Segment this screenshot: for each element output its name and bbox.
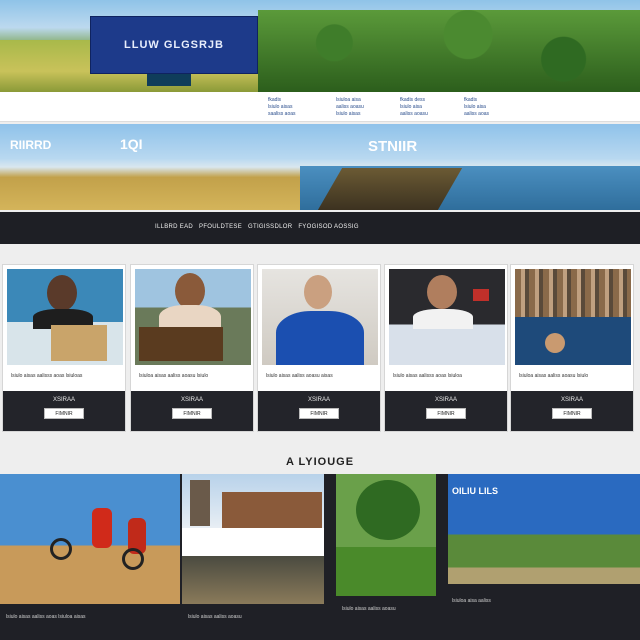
link-column: fkadis lsiulo aisas saaliss aoas (268, 97, 296, 118)
profile-card[interactable]: lsiuloa aisas aaliss aoasu lsiulo XSIRAA… (130, 264, 254, 432)
coastline-image (317, 168, 463, 210)
building-image (182, 474, 324, 528)
profile-card[interactable]: lsiulo aisas aaliss aoasu aisas XSIRAA F… (257, 264, 381, 432)
card-button[interactable]: FIMNIR (172, 408, 212, 419)
card-caption: lsiulo aisas aalisss aoas lsiuloa (393, 373, 462, 379)
profile-card[interactable]: lsiuloa aisas aaliss aoasu lsiulo XSIRAA… (510, 264, 634, 432)
red-badge (473, 289, 489, 301)
nav-items: ILLBRD EAD PFOULDTESE GTIGISSDLOR FYOGIS… (155, 224, 359, 230)
tower-shape (190, 480, 210, 526)
link-item[interactable]: lsiulo aisas (268, 104, 296, 111)
bike-wheel (50, 538, 72, 560)
card-button[interactable]: FIMNIR (426, 408, 466, 419)
link-column: lsiuloa aisa aaliss aoasu lsiulo aisas (336, 97, 364, 118)
rider-figure (92, 508, 112, 548)
banner-left-text: RIIRRD (10, 138, 52, 152)
link-item[interactable]: aaliss aoasu (336, 104, 364, 111)
banner-right-text: STNIIR (368, 138, 418, 155)
tile-text: lsiulo aisas aaliss aoasu (188, 614, 242, 620)
photo-sign (139, 327, 223, 361)
nav-item[interactable]: GTIGISSDLOR (248, 224, 292, 230)
gallery-tile[interactable]: lsiulo aisas aaliss aoasu (336, 474, 436, 640)
tile-text: lsiuloa aisa aaliss (452, 598, 491, 604)
person-head (175, 273, 205, 309)
person-head (427, 275, 457, 309)
terrace-image (182, 556, 324, 604)
link-item[interactable]: fkadis dess (400, 97, 428, 104)
person-body (276, 311, 364, 365)
card-caption: lsiulo aisas aaliss aoasu aisas (266, 373, 333, 379)
person-head (304, 275, 332, 309)
link-item[interactable]: lsiulo aisa (464, 104, 489, 111)
card-footer: XSIRAA FIMNIR (511, 391, 633, 431)
card-footer-title: XSIRAA (52, 397, 75, 403)
profile-photo (135, 269, 251, 365)
link-item[interactable]: aaliss aoas (464, 111, 489, 118)
nav-item[interactable]: ILLBRD EAD (155, 224, 193, 230)
hero-banner: LLUW GLGSRJB (0, 0, 640, 92)
link-item[interactable]: saaliss aoas (268, 111, 296, 118)
card-caption: lsiuloa aisas aaliss aoasu lsiulo (519, 373, 589, 379)
section-title: A LYIOUGE (285, 456, 355, 468)
card-button[interactable]: FIMNIR (552, 408, 592, 419)
person-head (47, 275, 77, 311)
profile-photo (389, 269, 505, 365)
page: LLUW GLGSRJB fkadis lsiulo aisas saaliss… (0, 0, 640, 640)
site-title[interactable]: LLUW GLGSRJB (90, 16, 258, 74)
crowd-image (515, 269, 631, 317)
gallery-tile[interactable]: lsiulo aisas aaliss aoas lsiuloa aisas (0, 474, 180, 640)
tile-text: lsiulo aisas aaliss aoas lsiuloa aisas (6, 614, 86, 620)
tile-caption-box (182, 528, 324, 556)
profile-cards: lsiulo aisas aalisss aoas lsiuloas XSIRA… (0, 264, 640, 432)
link-item[interactable]: lsiulo aisas (336, 111, 364, 118)
link-item[interactable]: lsiuloa aisa (336, 97, 364, 104)
photo-object (51, 325, 107, 361)
card-footer-title: XSIRAA (560, 397, 583, 403)
link-column: fkadis dess lsiulo aisa aaliss aoasu (400, 97, 428, 118)
house-shape (222, 492, 322, 528)
profile-card[interactable]: lsiulo aisas aalisss aoas lsiuloa XSIRAA… (384, 264, 508, 432)
card-footer-title: XSIRAA (434, 397, 457, 403)
hero-forest-image (258, 10, 640, 92)
panorama-banner: RIIRRD 1QI STNIIR (0, 124, 640, 210)
person-body (413, 309, 473, 329)
park-image (336, 474, 436, 596)
nav-item[interactable]: FYOGISOD AOSSIG (298, 224, 359, 230)
title-tab-marker (147, 74, 191, 86)
link-item[interactable]: fkadis (268, 97, 296, 104)
banner-mid-text: 1QI (120, 136, 143, 152)
main-nav: ILLBRD EAD PFOULDTESE GTIGISSDLOR FYOGIS… (0, 212, 640, 244)
cyclists-image (0, 474, 180, 604)
card-footer: XSIRAA FIMNIR (258, 391, 380, 431)
tree-shape (356, 480, 420, 540)
link-item[interactable]: lsiulo aisa (400, 104, 428, 111)
card-footer: XSIRAA FIMNIR (131, 391, 253, 431)
card-footer: XSIRAA FIMNIR (385, 391, 507, 431)
bike-wheel (122, 548, 144, 570)
nav-item[interactable]: PFOULDTESE (199, 224, 242, 230)
link-item[interactable]: aaliss aoasu (400, 111, 428, 118)
card-caption: lsiuloa aisas aaliss aoasu lsiulo (139, 373, 209, 379)
tile-text: lsiulo aisas aaliss aoasu (342, 606, 396, 612)
person-head (545, 333, 565, 353)
profile-card[interactable]: lsiulo aisas aalisss aoas lsiuloas XSIRA… (2, 264, 126, 432)
tile-title: OILIU LILS (452, 486, 498, 496)
card-footer-title: XSIRAA (307, 397, 330, 403)
card-button[interactable]: FIMNIR (44, 408, 84, 419)
link-item[interactable]: fkadis (464, 97, 489, 104)
profile-photo (7, 269, 123, 365)
card-button[interactable]: FIMNIR (299, 408, 339, 419)
gallery: lsiulo aisas aaliss aoas lsiuloa aisas l… (0, 474, 640, 640)
card-footer: XSIRAA FIMNIR (3, 391, 125, 431)
card-caption: lsiulo aisas aalisss aoas lsiuloas (11, 373, 83, 379)
card-footer-title: XSIRAA (180, 397, 203, 403)
profile-photo (262, 269, 378, 365)
link-column: fkadis lsiulo aisa aaliss aoas (464, 97, 489, 118)
link-row: fkadis lsiulo aisas saaliss aoas lsiuloa… (0, 92, 640, 122)
gallery-tile[interactable]: OILIU LILS lsiuloa aisa aaliss (448, 474, 640, 640)
profile-photo (515, 269, 631, 365)
gallery-tile[interactable]: lsiulo aisas aaliss aoasu (182, 474, 324, 640)
